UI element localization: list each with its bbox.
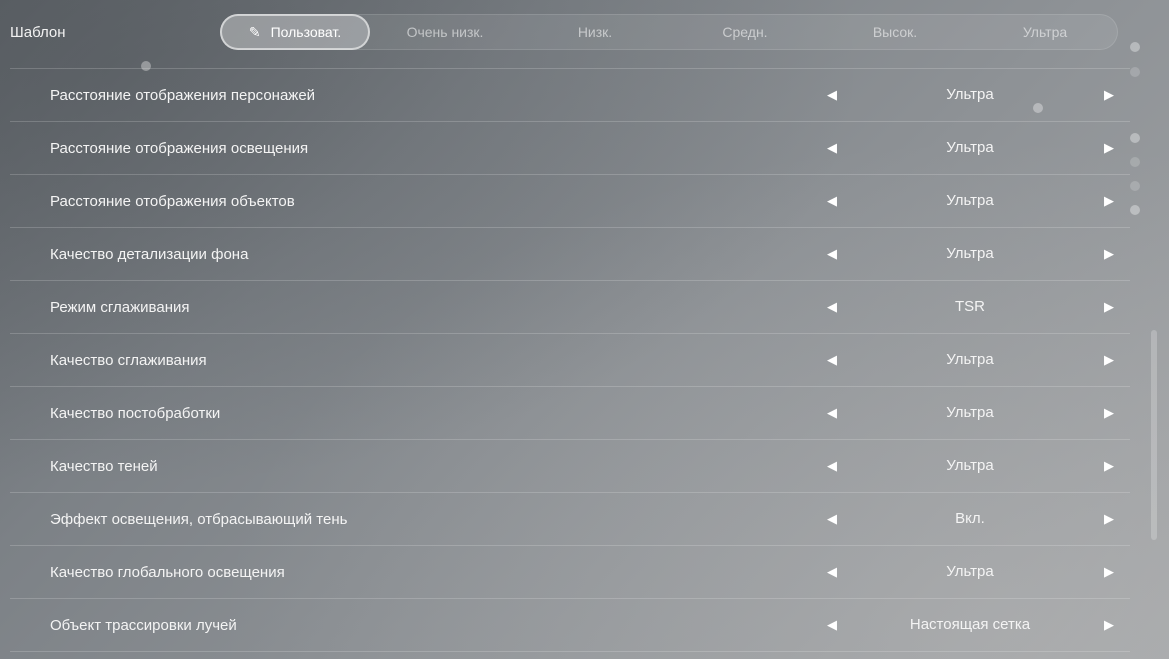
- decorative-dot: [1130, 181, 1140, 191]
- setting-name: Расстояние отображения объектов: [50, 193, 295, 210]
- setting-row-object-distance: Расстояние отображения объектов ◀ Ультра…: [10, 175, 1130, 228]
- previous-arrow-icon[interactable]: ◀: [820, 456, 844, 476]
- setting-name: Качество детализации фона: [50, 246, 249, 263]
- setting-name: Режим сглаживания: [50, 299, 190, 316]
- setting-name: Качество сглаживания: [50, 352, 207, 369]
- next-arrow-icon[interactable]: ▶: [1097, 138, 1121, 158]
- setting-row-antialiasing-mode: Режим сглаживания ◀ TSR ▶: [10, 281, 1130, 334]
- preset-option-label: Высок.: [872, 24, 918, 40]
- setting-row-raytracing-object: Объект трассировки лучей ◀ Настоящая сет…: [10, 599, 1130, 652]
- setting-name: Качество теней: [50, 458, 158, 475]
- previous-arrow-icon[interactable]: ◀: [820, 615, 844, 635]
- previous-arrow-icon[interactable]: ◀: [820, 350, 844, 370]
- preset-option-high[interactable]: Высок.: [820, 14, 970, 50]
- setting-name: Расстояние отображения освещения: [50, 140, 309, 157]
- previous-arrow-icon[interactable]: ◀: [820, 403, 844, 423]
- next-arrow-icon[interactable]: ▶: [1097, 509, 1121, 529]
- preset-option-medium[interactable]: Средн.: [670, 14, 820, 50]
- preset-selector: ✎ Пользоват. Очень низк. Низк. Средн. Выс…: [220, 14, 1118, 50]
- setting-row-postprocessing-quality: Качество постобработки ◀ Ультра ▶: [10, 387, 1130, 440]
- next-arrow-icon[interactable]: ▶: [1097, 244, 1121, 264]
- setting-name: Качество глобального освещения: [50, 564, 285, 581]
- pencil-icon: ✎: [248, 24, 261, 40]
- preset-option-low[interactable]: Низк.: [520, 14, 670, 50]
- next-arrow-icon[interactable]: ▶: [1097, 403, 1121, 423]
- decorative-dot: [1130, 157, 1140, 167]
- setting-name: Расстояние отображения персонажей: [50, 87, 316, 104]
- setting-value: Вкл.: [955, 510, 985, 527]
- decorative-dot: [1130, 205, 1140, 215]
- next-arrow-icon[interactable]: ▶: [1097, 191, 1121, 211]
- preset-option-label: Низк.: [577, 24, 613, 40]
- decorative-dot: [1130, 133, 1140, 143]
- setting-row-lighting-distance: Расстояние отображения освещения ◀ Ультр…: [10, 122, 1130, 175]
- setting-row-shadow-casting-light: Эффект освещения, отбрасывающий тень ◀ В…: [10, 493, 1130, 546]
- setting-name: Эффект освещения, отбрасывающий тень: [50, 511, 348, 528]
- setting-value: Ультра: [946, 351, 994, 368]
- setting-value: Ультра: [946, 457, 994, 474]
- previous-arrow-icon[interactable]: ◀: [820, 191, 844, 211]
- previous-arrow-icon[interactable]: ◀: [820, 509, 844, 529]
- scrollbar[interactable]: [1151, 330, 1157, 540]
- preset-option-label: Очень низк.: [406, 24, 484, 40]
- next-arrow-icon[interactable]: ▶: [1097, 456, 1121, 476]
- preset-option-ultra[interactable]: Ультра: [970, 14, 1120, 50]
- previous-arrow-icon[interactable]: ◀: [820, 85, 844, 105]
- next-arrow-icon[interactable]: ▶: [1097, 615, 1121, 635]
- setting-value: Ультра: [946, 192, 994, 209]
- preset-option-very-low[interactable]: Очень низк.: [370, 14, 520, 50]
- preset-row: Шаблон ✎ Пользоват. Очень низк. Низк. Сре…: [0, 0, 1169, 68]
- setting-name: Качество постобработки: [50, 405, 221, 422]
- setting-value: Ультра: [946, 86, 994, 103]
- next-arrow-icon[interactable]: ▶: [1097, 85, 1121, 105]
- preset-option-label: Средн.: [722, 24, 768, 40]
- decorative-dot: [1130, 67, 1140, 77]
- preset-label: Шаблон: [10, 24, 66, 41]
- next-arrow-icon[interactable]: ▶: [1097, 350, 1121, 370]
- previous-arrow-icon[interactable]: ◀: [820, 297, 844, 317]
- setting-row-shadow-quality: Качество теней ◀ Ультра ▶: [10, 440, 1130, 493]
- setting-row-background-detail: Качество детализации фона ◀ Ультра ▶: [10, 228, 1130, 281]
- preset-option-label: Ультра: [1022, 24, 1068, 40]
- setting-value: Ультра: [946, 139, 994, 156]
- next-arrow-icon[interactable]: ▶: [1097, 562, 1121, 582]
- setting-value: Ультра: [946, 563, 994, 580]
- settings-list: Расстояние отображения персонажей ◀ Ульт…: [10, 68, 1130, 652]
- preset-option-custom[interactable]: ✎ Пользоват.: [220, 14, 370, 50]
- previous-arrow-icon[interactable]: ◀: [820, 562, 844, 582]
- setting-row-character-distance: Расстояние отображения персонажей ◀ Ульт…: [10, 69, 1130, 122]
- setting-value: Ультра: [946, 245, 994, 262]
- setting-name: Объект трассировки лучей: [50, 617, 237, 634]
- previous-arrow-icon[interactable]: ◀: [820, 138, 844, 158]
- setting-value: TSR: [955, 298, 985, 315]
- setting-value: Настоящая сетка: [909, 616, 1031, 633]
- preset-option-label: Пользоват.: [270, 24, 342, 40]
- setting-value: Ультра: [946, 404, 994, 421]
- setting-row-global-illumination: Качество глобального освещения ◀ Ультра …: [10, 546, 1130, 599]
- setting-row-antialiasing-quality: Качество сглаживания ◀ Ультра ▶: [10, 334, 1130, 387]
- next-arrow-icon[interactable]: ▶: [1097, 297, 1121, 317]
- previous-arrow-icon[interactable]: ◀: [820, 244, 844, 264]
